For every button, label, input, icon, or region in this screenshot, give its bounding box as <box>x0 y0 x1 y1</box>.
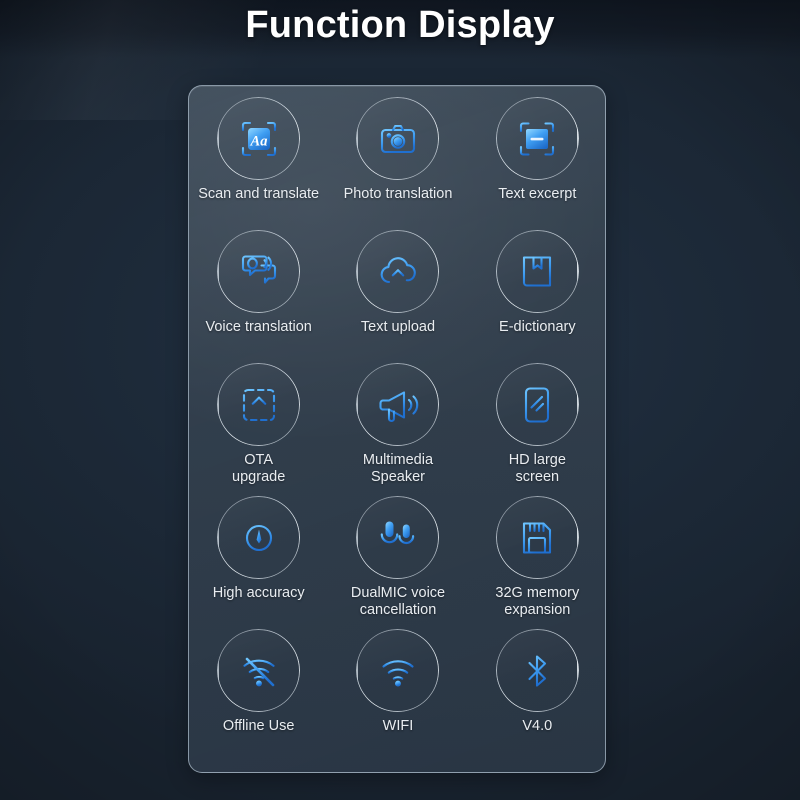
function-icon-ring <box>356 629 440 712</box>
function-icon-ring <box>356 97 440 180</box>
function-icon-ring <box>217 230 301 313</box>
function-item-label: Voice translation <box>205 319 312 335</box>
cloud-upload-icon <box>380 256 416 289</box>
function-panel: Aa Scan and translate Photo translation T… <box>188 85 606 773</box>
page-title: Function Display <box>245 4 555 46</box>
function-item[interactable]: HD large screen <box>468 363 605 496</box>
function-item-label: V4.0 <box>522 718 553 734</box>
scan-text-icon: Aa <box>241 121 276 156</box>
hd-screen-icon <box>525 386 550 423</box>
function-item-label: 32G memory expansion <box>495 585 580 618</box>
wifi-off-icon <box>243 657 275 686</box>
function-item[interactable]: E-dictionary <box>468 230 605 363</box>
voice-translation-icon <box>241 254 276 284</box>
function-icon-ring <box>356 230 440 313</box>
function-item-label: HD large screen <box>508 452 566 485</box>
function-icon-ring <box>356 363 440 446</box>
function-item[interactable]: DualMIC voice cancellation <box>328 496 467 629</box>
function-item[interactable]: OTA upgrade <box>189 363 328 496</box>
function-item[interactable]: Multimedia Speaker <box>328 363 467 496</box>
function-item[interactable]: High accuracy <box>189 496 328 629</box>
function-item-label: Scan and translate <box>198 186 320 202</box>
function-icon-ring <box>495 496 579 579</box>
function-icon-ring <box>495 629 579 712</box>
function-item-label: E-dictionary <box>499 319 576 335</box>
function-item[interactable]: 32G memory expansion <box>468 496 605 629</box>
function-icon-ring <box>217 496 301 579</box>
svg-text:Aa: Aa <box>249 133 267 149</box>
function-item-label: Text excerpt <box>498 186 577 202</box>
camera-icon <box>380 124 416 153</box>
text-excerpt-icon <box>520 121 555 156</box>
function-item-label: OTA upgrade <box>232 452 286 485</box>
function-item[interactable]: Aa Scan and translate <box>189 97 328 230</box>
function-item-label: Offline Use <box>222 718 295 734</box>
function-item[interactable]: WIFI <box>328 629 467 762</box>
function-icon-ring <box>217 363 301 446</box>
function-item-label: WIFI <box>382 718 414 734</box>
function-icon-ring <box>495 363 579 446</box>
function-item[interactable]: V4.0 <box>468 629 605 762</box>
book-bookmark-icon <box>523 255 552 287</box>
megaphone-icon <box>379 390 419 422</box>
function-item-label: Photo translation <box>343 186 453 202</box>
ota-upgrade-icon <box>242 388 275 421</box>
function-item-label: High accuracy <box>212 585 305 601</box>
function-item-label: Multimedia Speaker <box>362 452 434 485</box>
function-item-label: Text upload <box>360 319 436 335</box>
function-item-label: DualMIC voice cancellation <box>350 585 446 618</box>
memory-card-icon <box>523 521 552 554</box>
function-icon-ring <box>356 496 440 579</box>
function-item[interactable]: Text upload <box>328 230 467 363</box>
bluetooth-icon <box>528 654 547 687</box>
crosshair-icon <box>241 519 277 556</box>
function-item[interactable]: Offline Use <box>189 629 328 762</box>
function-icon-ring <box>495 230 579 313</box>
function-icon-ring <box>495 97 579 180</box>
function-item[interactable]: Photo translation <box>328 97 467 230</box>
wifi-icon <box>382 659 414 687</box>
function-icon-ring: Aa <box>217 97 301 180</box>
dual-microphone-icon <box>380 521 415 550</box>
function-item[interactable]: Voice translation <box>189 230 328 363</box>
function-item[interactable]: Text excerpt <box>468 97 605 230</box>
function-icon-ring <box>217 629 301 712</box>
function-grid: Aa Scan and translate Photo translation T… <box>189 97 605 762</box>
